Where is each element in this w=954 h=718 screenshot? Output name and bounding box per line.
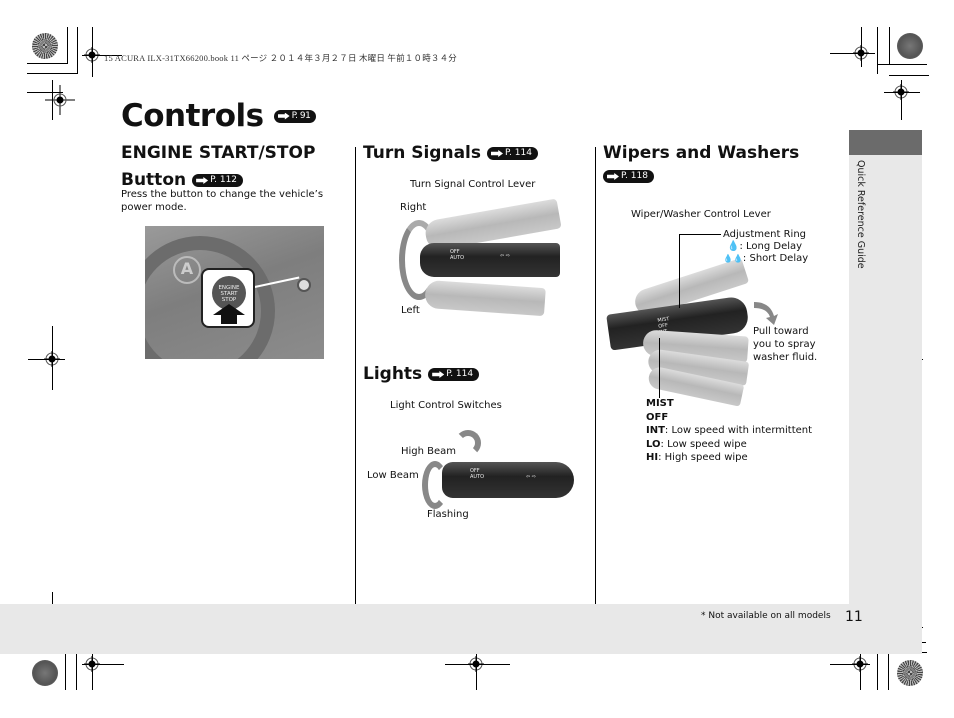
turn-right-label: Right <box>400 202 427 213</box>
short-delay-label: 💧💧: Short Delay <box>723 253 809 264</box>
high-beam-label: High Beam <box>401 446 457 457</box>
pull-arrow-icon <box>754 302 778 325</box>
footnote: * Not available on all models <box>701 611 831 621</box>
engine-ref-link[interactable]: P. 112 <box>192 174 244 187</box>
button-inset: ENGINE START STOP <box>201 268 255 328</box>
lever-down-position <box>424 279 546 317</box>
side-tab-label: Quick Reference Guide <box>855 160 866 269</box>
page-ref-link[interactable]: P. 91 <box>273 109 317 123</box>
engine-section-title: ENGINE START/STOP Button P. 112 <box>121 143 316 190</box>
lights-caption: Light Control Switches <box>390 400 502 411</box>
registration-mark-icon <box>45 85 75 115</box>
turn-left-label: Left <box>401 305 420 316</box>
column-divider <box>355 147 356 604</box>
print-header: 15 ACURA ILX-31TX66200.book 11 ページ ２０１４年… <box>104 53 458 63</box>
wiper-mode-lo: LO: Low speed wipe <box>646 438 747 450</box>
light-lever: OFF AUTO ⇦ ⇨ <box>442 462 574 498</box>
button-location-marker <box>297 278 311 292</box>
lights-title: Lights P. 114 <box>363 364 480 385</box>
adjustment-ring-label: Adjustment Ring <box>723 229 807 240</box>
lever-neutral-position: OFF AUTO ⇦ ⇨ <box>420 243 560 277</box>
arrow-right-icon <box>607 173 619 180</box>
raindrop-icon: 💧 <box>727 241 740 252</box>
arrow-right-icon <box>432 371 445 378</box>
wiper-mode-int: INT: Low speed with intermittent <box>646 425 813 436</box>
color-target-icon <box>897 660 923 686</box>
arrow-right-icon <box>277 112 290 120</box>
color-target-icon <box>897 33 923 59</box>
pull-washer-note: Pull toward you to spray washer fluid. <box>753 326 818 363</box>
long-delay-label: 💧: Long Delay <box>727 241 803 252</box>
wiper-mode-hi: HI: High speed wipe <box>646 452 748 463</box>
lights-ref-link[interactable]: P. 114 <box>428 368 480 381</box>
arrow-right-icon <box>196 177 209 184</box>
column-divider <box>595 147 596 604</box>
wipers-title: Wipers and Washers P. 118 <box>603 143 800 183</box>
engine-start-button-figure: A ENGINE START STOP <box>145 226 324 359</box>
wiper-caption: Wiper/Washer Control Lever <box>631 209 771 220</box>
flashing-label: Flashing <box>427 509 469 520</box>
raindrops-icon: 💧💧 <box>723 254 743 263</box>
color-target-icon <box>32 33 58 59</box>
arrow-right-icon <box>491 150 503 157</box>
wiper-lever-figure: MISTOFFINT <box>603 255 753 407</box>
turn-signals-ref-link[interactable]: P. 114 <box>487 147 538 160</box>
acura-logo-icon: A <box>173 256 201 284</box>
side-tab-marker <box>849 130 922 155</box>
page-title-text: Controls <box>121 98 264 134</box>
turn-signal-figure: OFF AUTO ⇦ ⇨ <box>395 198 570 320</box>
high-beam-arrow-icon <box>455 430 481 456</box>
page-number: 11 <box>845 609 863 625</box>
wiper-mode-off: OFF <box>646 411 669 423</box>
wipers-ref-link[interactable]: P. 118 <box>603 170 654 183</box>
low-beam-label: Low Beam <box>367 470 419 481</box>
wiper-mode-mist: MIST <box>646 398 674 409</box>
page-title: Controls P. 91 <box>121 98 317 134</box>
wiper-mode-list: MIST OFF INT: Low speed with intermitten… <box>646 397 812 465</box>
color-target-icon <box>32 660 58 686</box>
turn-signals-title: Turn Signals P. 114 <box>363 143 538 164</box>
push-arrow-icon <box>213 304 245 324</box>
turn-signal-caption: Turn Signal Control Lever <box>410 179 536 190</box>
engine-description: Press the button to change the vehicle’s… <box>121 189 324 213</box>
